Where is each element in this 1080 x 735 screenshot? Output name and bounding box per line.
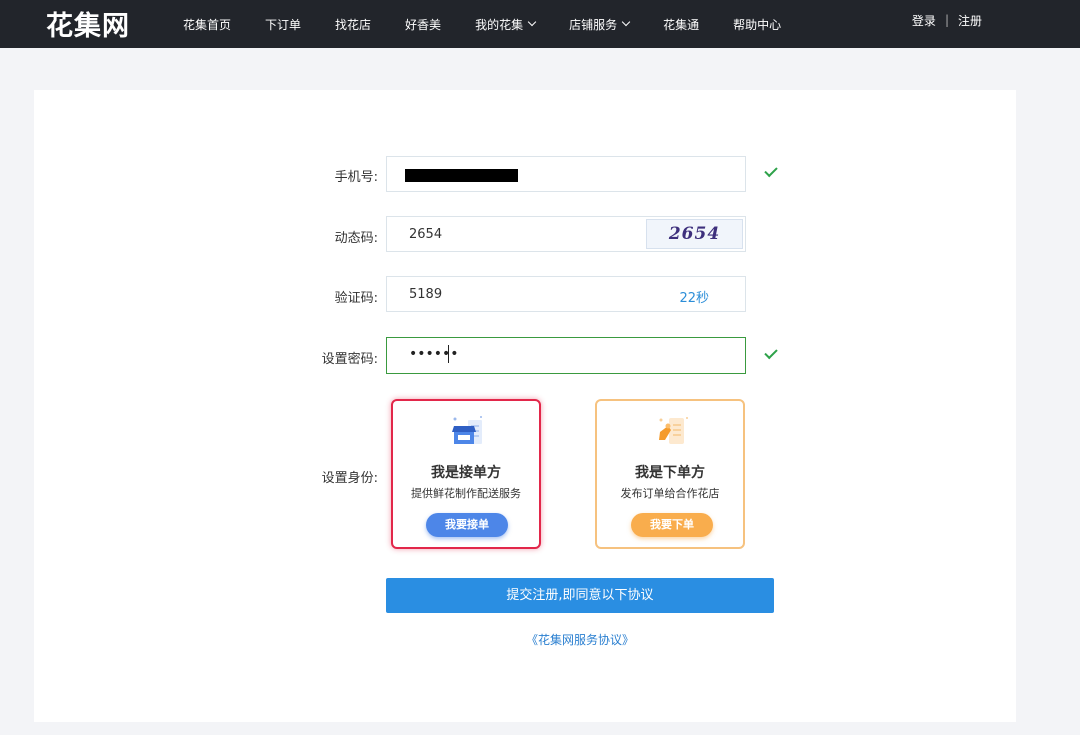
nav-label: 找花店 — [335, 17, 372, 32]
phone-label: 手机号: — [334, 170, 378, 185]
captcha-image[interactable]: 2654 — [646, 219, 743, 249]
receiver-title: 我是接单方 — [431, 465, 501, 481]
register-link[interactable]: 注册 — [958, 12, 982, 29]
nav-label: 我的花集 — [475, 17, 524, 32]
verify-code-value: 5189 — [409, 287, 443, 302]
identity-option-receiver[interactable]: 我是接单方 提供鲜花制作配送服务 我要接单 — [391, 399, 541, 549]
nav-item-shop-service[interactable]: 店铺服务 — [569, 16, 631, 33]
top-nav-bar: 花集网 花集首页 下订单 找花店 好香美 我的花集 店铺服务 花集通 帮助中心 … — [0, 0, 1080, 48]
auth-separator: | — [944, 13, 949, 27]
verify-code-input[interactable]: 5189 22秒 — [386, 276, 746, 312]
password-input[interactable]: •••••• — [386, 337, 746, 374]
auth-links: 登录 | 注册 — [912, 0, 982, 40]
chevron-down-icon — [527, 17, 537, 27]
login-link[interactable]: 登录 — [912, 12, 936, 29]
submit-register-button[interactable]: 提交注册,即同意以下协议 — [386, 578, 774, 613]
receive-order-button[interactable]: 我要接单 — [426, 513, 508, 537]
nav-item-haoxiangmei[interactable]: 好香美 — [405, 16, 441, 33]
nav-label: 店铺服务 — [569, 17, 618, 32]
redacted-phone-value — [405, 169, 518, 182]
nav-label: 下订单 — [265, 17, 302, 32]
nav-item-find-shop[interactable]: 找花店 — [335, 16, 371, 33]
nav-item-help-center[interactable]: 帮助中心 — [733, 16, 781, 33]
service-agreement-link[interactable]: 《花集网服务协议》 — [386, 631, 774, 648]
check-icon — [764, 163, 778, 178]
phone-input[interactable] — [386, 156, 746, 192]
check-icon — [764, 345, 778, 360]
chevron-down-icon — [621, 17, 631, 27]
password-value: •••••• — [409, 346, 459, 362]
sender-title: 我是下单方 — [635, 465, 705, 481]
dynamic-code-input[interactable]: 2654 2654 — [386, 216, 746, 252]
phone-order-icon — [659, 417, 688, 444]
countdown-timer: 22秒 — [679, 291, 709, 306]
password-label: 设置密码: — [321, 352, 378, 367]
nav-label: 帮助中心 — [733, 17, 782, 32]
text-caret — [448, 345, 449, 363]
main-nav: 花集首页 下订单 找花店 好香美 我的花集 店铺服务 花集通 帮助中心 — [183, 0, 815, 48]
identity-label: 设置身份: — [321, 471, 378, 486]
nav-item-my-huaji[interactable]: 我的花集 — [475, 16, 537, 33]
dynamic-code-label: 动态码: — [334, 231, 378, 246]
nav-item-place-order[interactable]: 下订单 — [265, 16, 301, 33]
site-logo[interactable]: 花集网 — [46, 4, 130, 43]
nav-label: 花集通 — [663, 17, 700, 32]
receiver-desc: 提供鲜花制作配送服务 — [411, 487, 521, 500]
nav-label: 好香美 — [405, 17, 442, 32]
nav-label: 花集首页 — [183, 17, 232, 32]
verify-code-label: 验证码: — [334, 291, 378, 306]
shop-icon — [452, 416, 482, 444]
identity-option-sender[interactable]: 我是下单方 发布订单给合作花店 我要下单 — [595, 399, 745, 549]
registration-card: 手机号: 动态码: 2654 2654 验证码: 5189 22秒 设置密码: … — [34, 90, 1016, 722]
nav-item-huajitong[interactable]: 花集通 — [663, 16, 699, 33]
nav-item-home[interactable]: 花集首页 — [183, 16, 231, 33]
place-order-button[interactable]: 我要下单 — [631, 513, 713, 537]
sender-desc: 发布订单给合作花店 — [620, 487, 720, 500]
dynamic-code-value: 2654 — [409, 227, 443, 242]
